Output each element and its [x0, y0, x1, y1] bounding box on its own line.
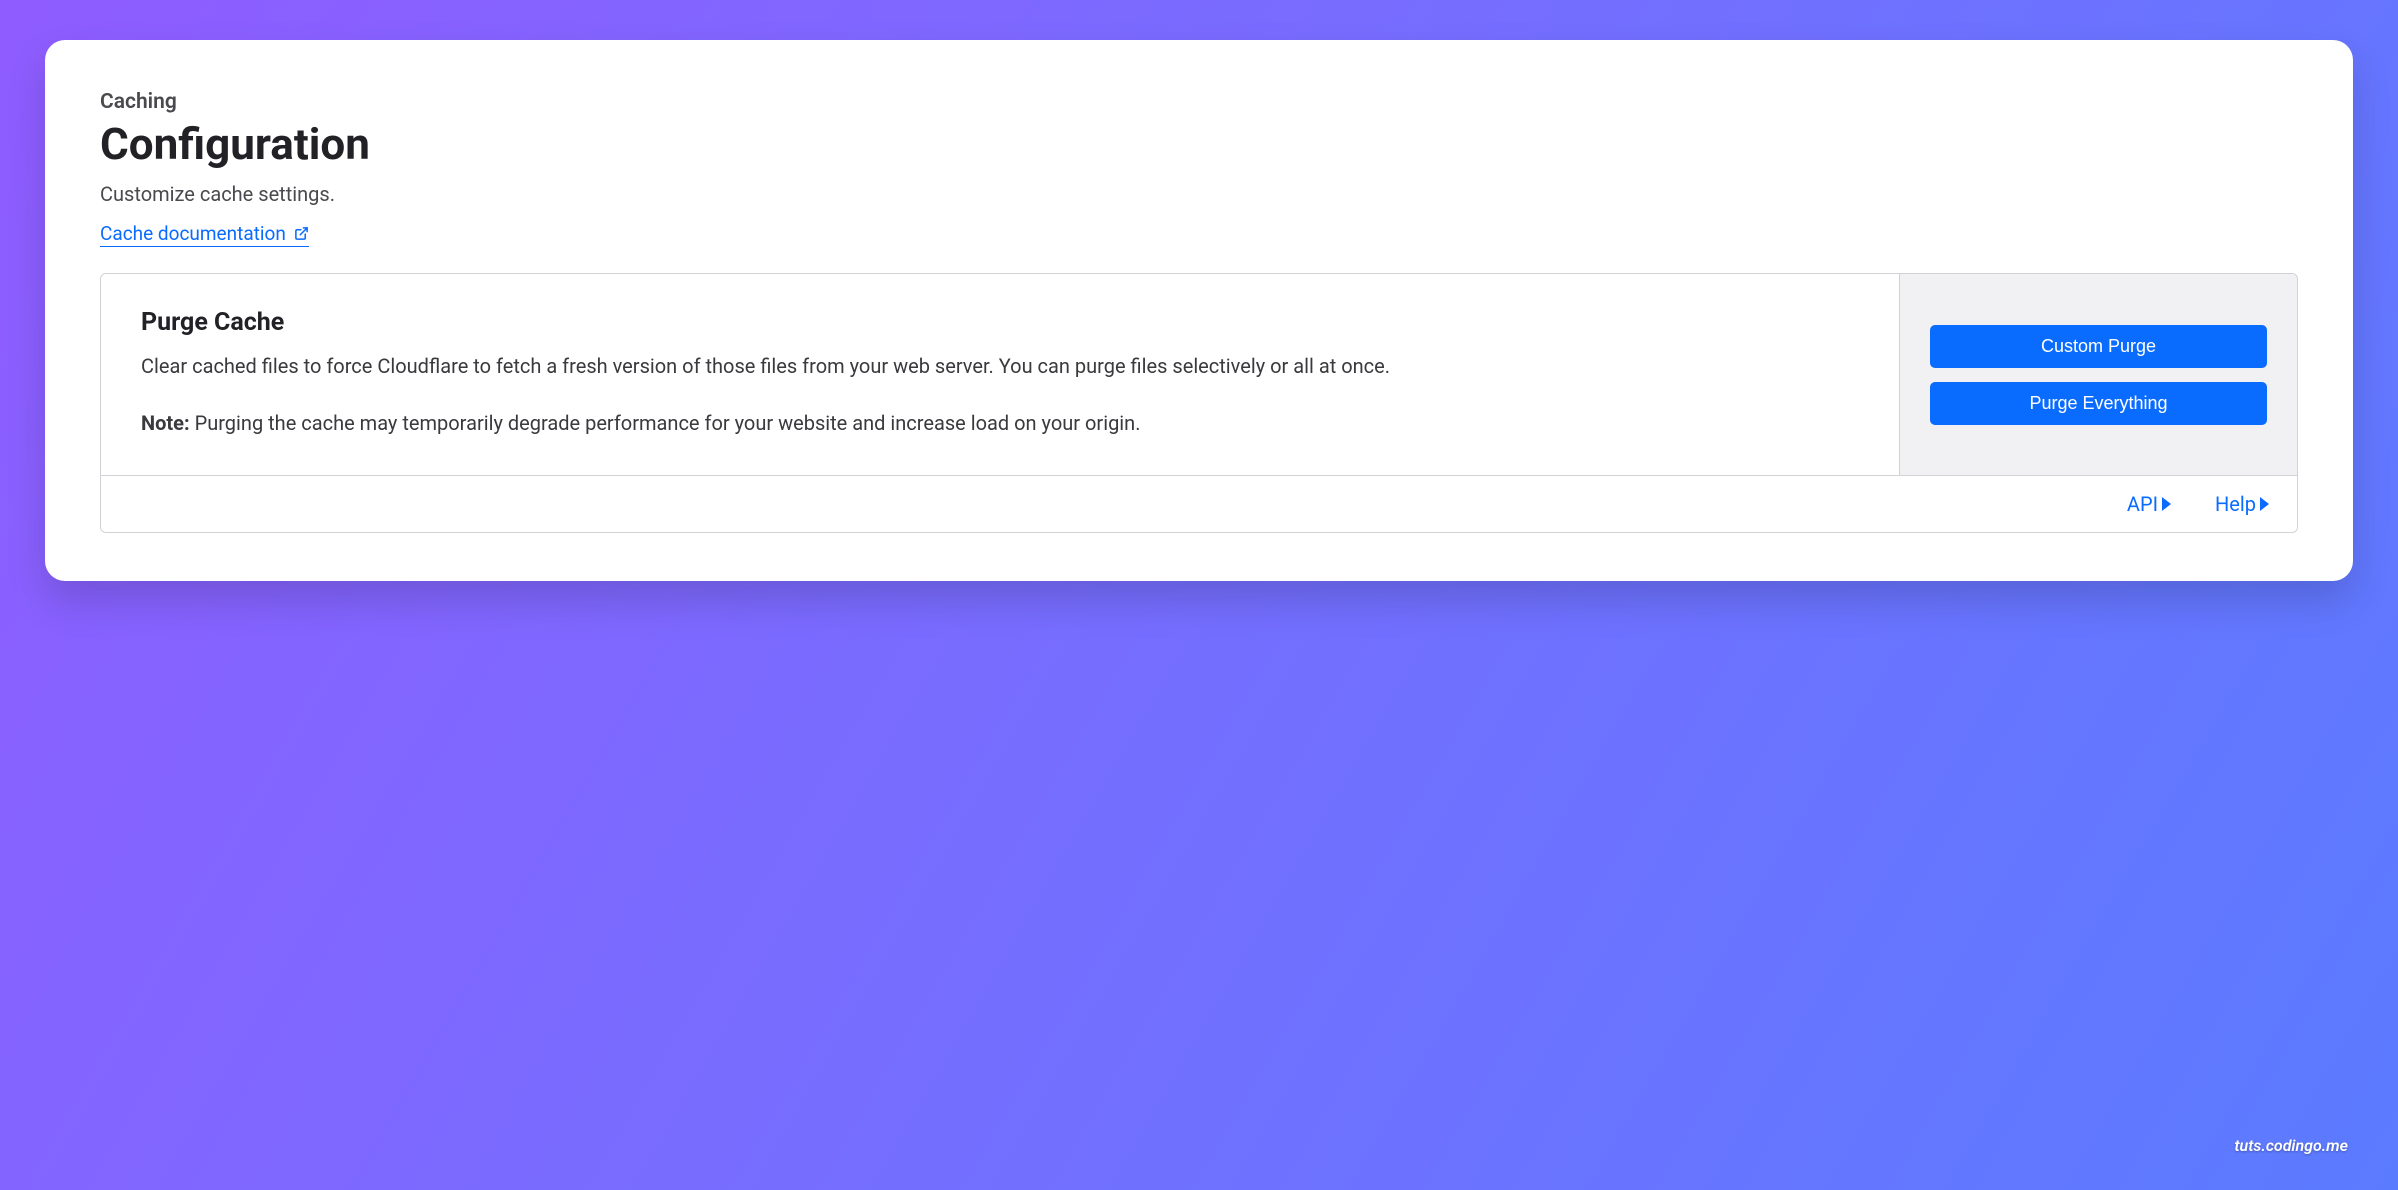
watermark: tuts.codingo.me	[2234, 1136, 2348, 1155]
doc-link-text: Cache documentation	[100, 222, 286, 245]
section-note: Note: Purging the cache may temporarily …	[141, 408, 1859, 439]
page-subtitle: Customize cache settings.	[100, 182, 2298, 206]
note-text: Purging the cache may temporarily degrad…	[190, 411, 1141, 435]
purge-everything-button[interactable]: Purge Everything	[1930, 382, 2267, 425]
help-link-text: Help	[2215, 492, 2256, 516]
caret-right-icon	[2260, 497, 2269, 511]
panel-body: Purge Cache Clear cached files to force …	[101, 274, 2297, 475]
api-link-text: API	[2127, 492, 2158, 516]
settings-card: Caching Configuration Customize cache se…	[45, 40, 2353, 581]
panel-description-area: Purge Cache Clear cached files to force …	[101, 274, 1899, 475]
help-link[interactable]: Help	[2215, 492, 2269, 516]
cache-documentation-link[interactable]: Cache documentation	[100, 222, 309, 247]
api-link[interactable]: API	[2127, 492, 2171, 516]
note-label: Note:	[141, 411, 190, 435]
section-title: Purge Cache	[141, 308, 1859, 337]
section-description: Clear cached files to force Cloudflare t…	[141, 351, 1859, 382]
custom-purge-button[interactable]: Custom Purge	[1930, 325, 2267, 368]
purge-cache-panel: Purge Cache Clear cached files to force …	[100, 273, 2298, 533]
caret-right-icon	[2162, 497, 2171, 511]
page-title: Configuration	[100, 118, 2298, 170]
panel-actions-area: Custom Purge Purge Everything	[1899, 274, 2297, 475]
panel-footer: API Help	[101, 475, 2297, 532]
breadcrumb: Caching	[100, 90, 2298, 114]
spacer	[100, 533, 2298, 581]
external-link-icon	[294, 226, 309, 241]
